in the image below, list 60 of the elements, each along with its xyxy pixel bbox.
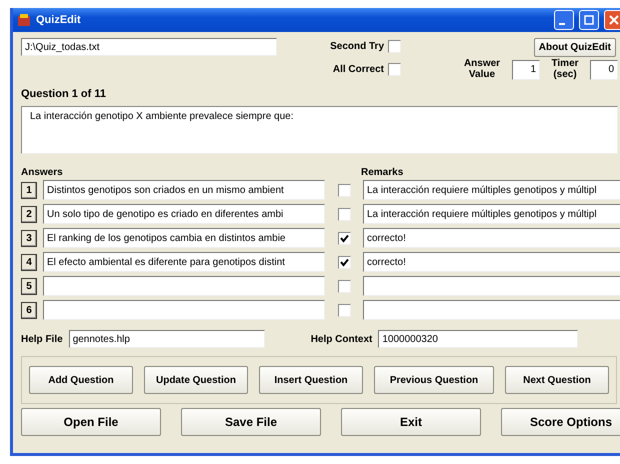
answer-number-button[interactable]: 2	[21, 206, 37, 222]
correct-checkbox[interactable]	[338, 304, 350, 316]
answer-number-button[interactable]: 1	[21, 182, 37, 198]
close-button[interactable]	[604, 10, 620, 30]
checkbox[interactable]	[388, 63, 401, 76]
answer-field[interactable]: El ranking de los genotipos cambia en distintos ambie	[43, 228, 325, 248]
remark-field[interactable]: correcto!	[363, 228, 620, 248]
remark-field[interactable]: correcto!	[363, 252, 620, 272]
remark-field[interactable]: La interacción requiere múltiples genotipos y múltipl	[363, 180, 620, 200]
maximize-icon	[584, 15, 594, 25]
correct-checkbox[interactable]	[338, 184, 350, 196]
answer-field[interactable]: El efecto ambiental es diferente para genotipos distint	[43, 252, 325, 272]
answer-field[interactable]: Un solo tipo de genotipo es criado en diferentes ambi	[43, 204, 325, 224]
remark-field[interactable]	[363, 300, 620, 320]
answer-number-button[interactable]: 4	[21, 254, 37, 270]
question-button[interactable]: Insert Question	[259, 366, 363, 394]
file-button[interactable]: Open File	[21, 408, 161, 436]
question-text: La interacción genotipo X ambiente prevalece siempre que:	[30, 111, 294, 122]
answer-field[interactable]	[43, 300, 325, 320]
correct-checkbox[interactable]	[338, 280, 350, 292]
maximize-button[interactable]	[579, 10, 599, 30]
answer-number-button[interactable]: 5	[21, 278, 37, 294]
remark-field[interactable]: La interacción requiere múltiples genotipos y múltipl	[363, 204, 620, 224]
answer-value-label: Answer Value	[462, 59, 502, 80]
answers-heading: Answers	[21, 167, 64, 178]
help-file-field[interactable]: gennotes.hlp	[68, 330, 265, 348]
remarks-heading: Remarks	[361, 167, 404, 178]
checkbox[interactable]	[388, 40, 401, 53]
question-button[interactable]: Add Question	[29, 366, 133, 394]
answer-field[interactable]: Distintos genotipos son criados en un mismo ambient	[43, 180, 325, 200]
question-counter: Question 1 of 11	[21, 88, 107, 100]
correct-checkbox[interactable]	[338, 232, 350, 244]
file-button[interactable]: Save File	[181, 408, 321, 436]
remark-field[interactable]	[363, 276, 620, 296]
file-button[interactable]: Exit	[341, 408, 481, 436]
help-context-field[interactable]: 1000000320	[378, 330, 578, 348]
timer-field[interactable]: 0	[590, 60, 618, 80]
correct-checkbox[interactable]	[338, 256, 350, 268]
option-label: All Correct	[332, 64, 384, 75]
timer-label: Timer (sec)	[550, 59, 580, 80]
answer-value-field[interactable]: 1	[512, 60, 540, 80]
about-button[interactable]: About QuizEdit	[534, 38, 616, 57]
help-file-label: Help File	[21, 334, 63, 344]
file-path-field[interactable]: J:\Quiz_todas.txt	[21, 38, 277, 56]
close-icon	[609, 15, 619, 25]
answer-field[interactable]	[43, 276, 325, 296]
minimize-icon	[559, 23, 565, 25]
question-text-area[interactable]: La interacción genotipo X ambiente prevalece siempre que:	[21, 106, 618, 154]
correct-checkbox[interactable]	[338, 208, 350, 220]
window-title: QuizEdit	[36, 14, 81, 26]
help-context-label: Help Context	[310, 334, 372, 344]
answer-number-button[interactable]: 3	[21, 230, 37, 246]
minimize-button[interactable]	[554, 10, 574, 30]
question-button[interactable]: Next Question	[505, 366, 609, 394]
file-button[interactable]: Score Options	[501, 408, 620, 436]
answer-number-button[interactable]: 6	[21, 302, 37, 318]
option-label: Second Try	[330, 41, 384, 52]
question-button[interactable]: Update Question	[144, 366, 248, 394]
question-button[interactable]: Previous Question	[374, 366, 494, 394]
app-icon	[17, 13, 31, 27]
